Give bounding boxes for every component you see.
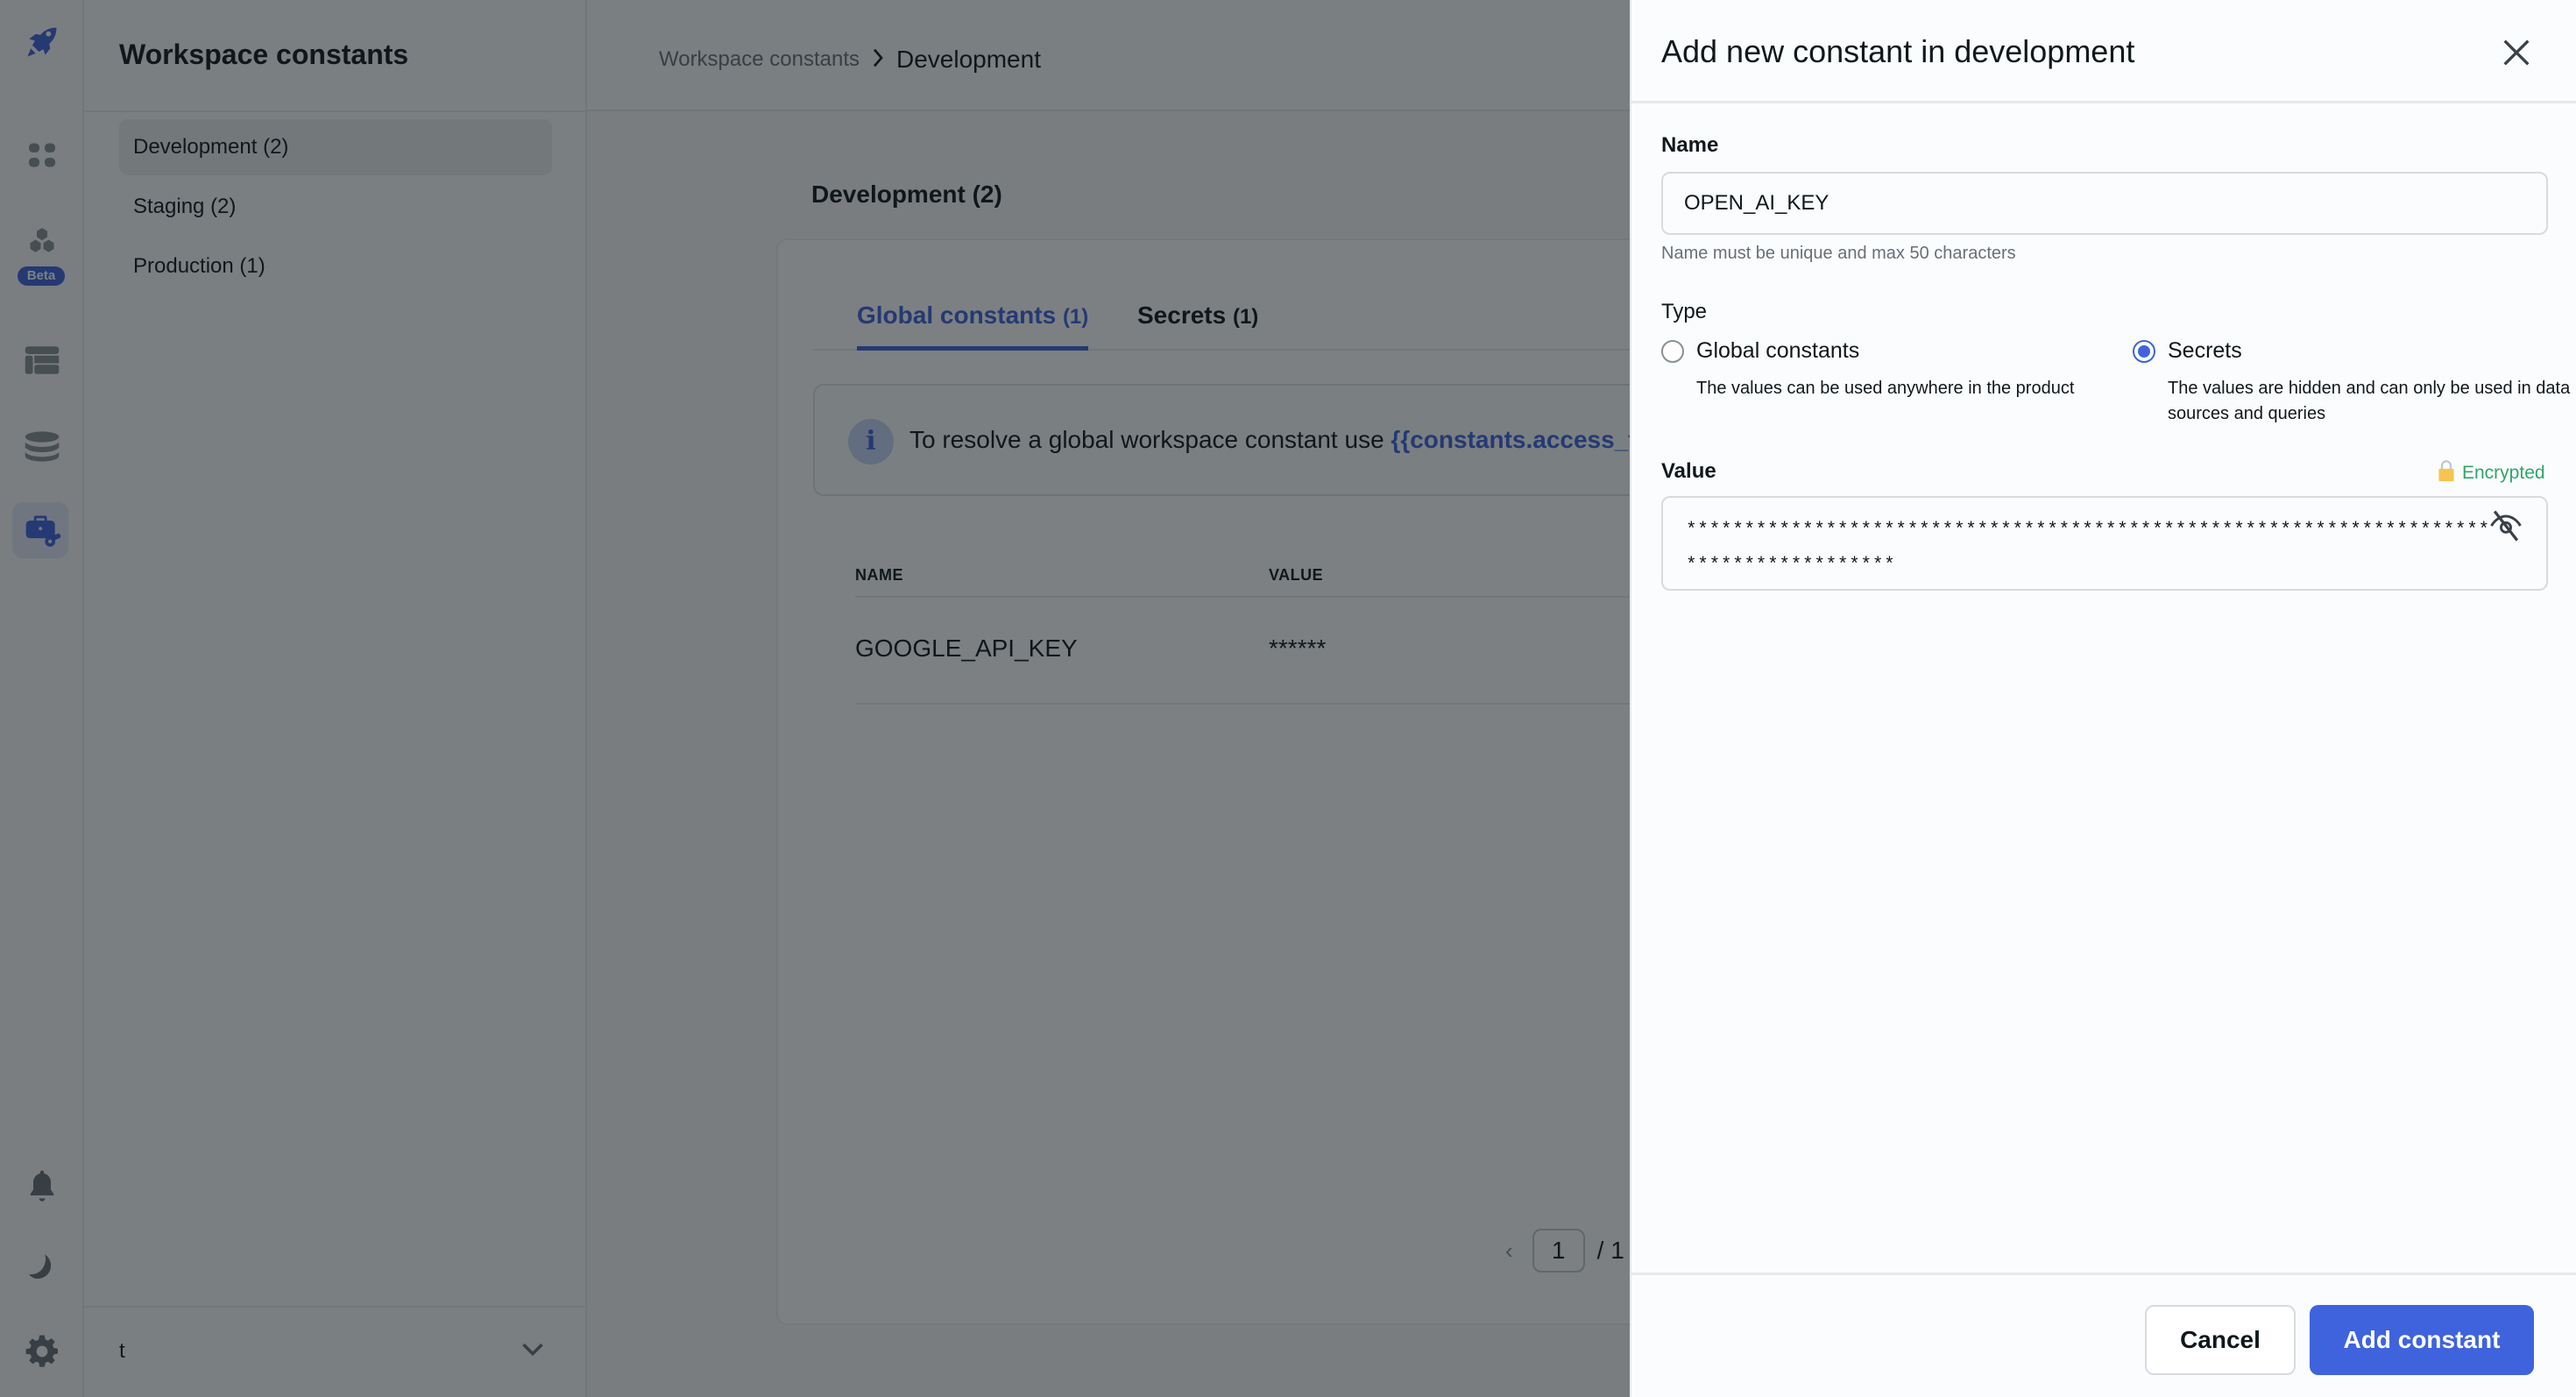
lock-icon bbox=[2438, 459, 2455, 487]
type-option-global-constants[interactable]: Global constants The values can be used … bbox=[1661, 338, 2108, 401]
eye-off-icon[interactable] bbox=[2487, 507, 2525, 550]
value-label: Value bbox=[1661, 459, 1716, 483]
drawer-title: Add new constant in development bbox=[1661, 33, 2135, 69]
radio-button-checked[interactable] bbox=[2133, 340, 2155, 363]
name-input[interactable] bbox=[1661, 172, 2548, 235]
add-constant-button[interactable]: Add constant bbox=[2310, 1305, 2534, 1375]
option-description: The values can be used anywhere in the p… bbox=[1696, 379, 2075, 398]
drawer-header: Add new constant in development bbox=[1631, 0, 2576, 103]
radio-button[interactable] bbox=[1661, 340, 1684, 363]
drawer-footer: Cancel Add constant bbox=[1631, 1273, 2576, 1397]
modal-backdrop[interactable] bbox=[0, 0, 1630, 1397]
type-option-secrets[interactable]: Secrets The values are hidden and can on… bbox=[2133, 338, 2576, 427]
name-label: Name bbox=[1661, 133, 1719, 157]
option-label: Global constants bbox=[1696, 338, 1860, 363]
name-hint: Name must be unique and max 50 character… bbox=[1661, 244, 2016, 263]
value-masked-text: ****************************************… bbox=[1686, 521, 2490, 576]
type-label: Type bbox=[1661, 300, 1708, 323]
encrypted-indicator: Encrypted bbox=[2438, 459, 2545, 487]
option-label: Secrets bbox=[2168, 338, 2242, 363]
add-constant-drawer: Add new constant in development Name Nam… bbox=[1630, 0, 2576, 1397]
option-description: The values are hidden and can only be us… bbox=[2168, 379, 2571, 423]
close-icon[interactable] bbox=[2499, 35, 2537, 74]
encrypted-label: Encrypted bbox=[2462, 463, 2545, 483]
value-input[interactable]: ****************************************… bbox=[1661, 496, 2548, 591]
cancel-button[interactable]: Cancel bbox=[2145, 1305, 2296, 1375]
